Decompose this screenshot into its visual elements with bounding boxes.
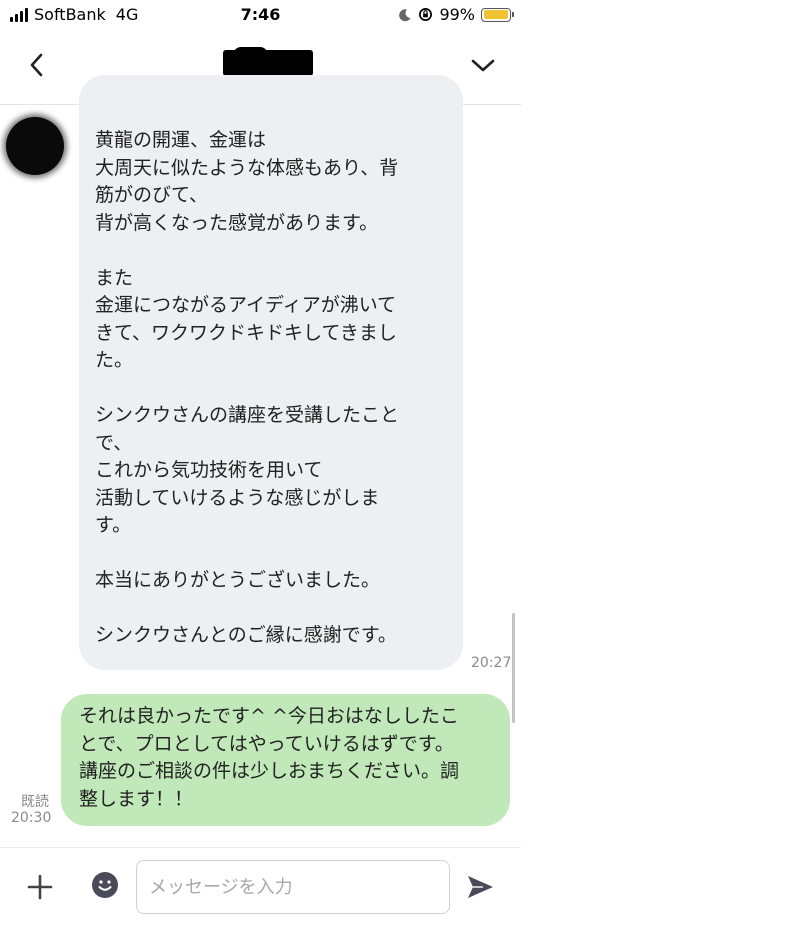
- message-line: た。: [95, 349, 134, 371]
- outgoing-message-bubble[interactable]: それは良かったです^ ^今日おはなししたこ とで、プロとしてはやっていけるはずです…: [61, 694, 510, 826]
- message-input[interactable]: [136, 860, 450, 914]
- battery-icon: [481, 7, 514, 22]
- message-line: す。: [95, 514, 132, 536]
- status-right: 99%: [398, 5, 514, 24]
- message-line: [95, 375, 449, 403]
- moon-icon: [399, 8, 411, 21]
- message-line: 整します！！: [79, 787, 194, 810]
- message-line: 講座のご相談の件は少しおまちください。調: [79, 760, 460, 782]
- status-bar: SoftBank 4G 7:46 99%: [0, 0, 521, 30]
- message-line: [95, 595, 449, 623]
- message-line: [95, 540, 449, 568]
- battery-fill: [483, 10, 509, 19]
- scrollbar[interactable]: [512, 613, 515, 723]
- incoming-message-bubble[interactable]: 黄龍の開運、金運は大周天に似たような体感もあり、背 筋がのびて、背が高くなった感覚…: [79, 75, 463, 670]
- rotation-lock-icon: [419, 8, 433, 21]
- message-line: それは良かったです^ ^今日おはなししたこ: [79, 705, 459, 727]
- message-line: シンクウさんとのご縁に感謝です。: [95, 624, 397, 646]
- message-line: シンクウさんの講座を受講したこと: [95, 404, 400, 426]
- input-bar: [0, 847, 521, 926]
- message-list[interactable]: 黄龍の開運、金運は大周天に似たような体感もあり、背 筋がのびて、背が高くなった感覚…: [0, 75, 521, 847]
- message-line: 大周天に似たような体感もあり、背: [95, 156, 399, 179]
- outgoing-message-time: 20:30: [11, 810, 52, 826]
- message-line: また: [95, 266, 134, 289]
- avatar[interactable]: [6, 117, 64, 175]
- message-line: [95, 237, 449, 265]
- battery-percent: 99%: [439, 5, 475, 24]
- read-receipt: 既読: [21, 794, 49, 810]
- send-icon[interactable]: [465, 872, 495, 902]
- redacted-contact-name: [223, 47, 313, 79]
- message-line: とで、プロとしてはやっていけるはずです。: [79, 732, 454, 755]
- message-line: 本当にありがとうございました。: [95, 569, 381, 591]
- chat-screen: SoftBank 4G 7:46 99% 黄龍の開運、金運は 大周天に似たような…: [0, 0, 521, 926]
- message-line: これから気功技術を用いて: [95, 459, 323, 481]
- plus-icon[interactable]: [26, 873, 54, 901]
- chevron-down-icon[interactable]: [469, 54, 497, 76]
- message-line: きて、ワクワクドキドキしてきまし: [95, 321, 397, 344]
- message-line: 背が高くなった感覚があります。: [95, 211, 379, 234]
- message-line: 金運につながるアイディアが沸いて: [95, 294, 397, 316]
- message-line: 活動していけるような感じがしま: [95, 486, 380, 509]
- chevron-left-icon[interactable]: [24, 50, 50, 80]
- message-line: 黄龍の開運、金運は: [95, 129, 267, 151]
- emoji-icon[interactable]: [91, 871, 119, 899]
- message-line: で、: [95, 431, 133, 454]
- message-line: 筋がのびて、: [95, 184, 209, 206]
- incoming-message-time: 20:27: [471, 655, 512, 671]
